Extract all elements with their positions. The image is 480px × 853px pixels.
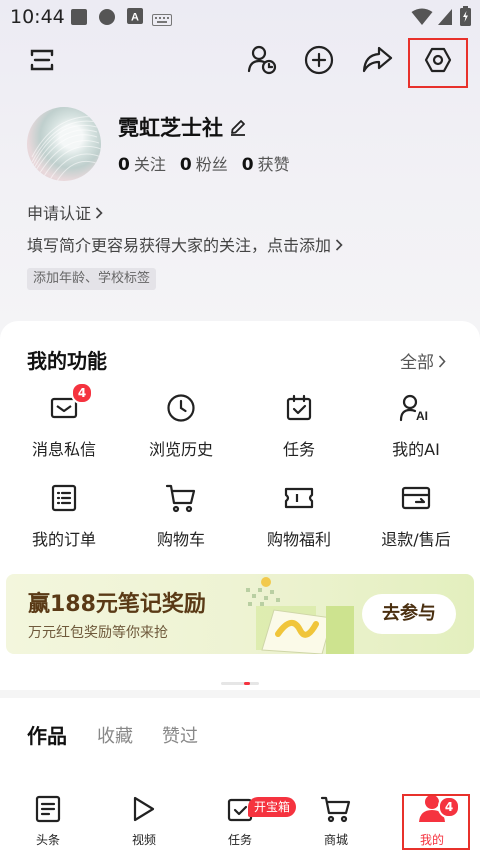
apply-verification-link[interactable]: 申请认证 — [27, 200, 103, 224]
settings-highlight-box — [408, 38, 468, 88]
cart-icon — [320, 795, 352, 827]
friends-icon — [246, 44, 278, 80]
a-box-icon: A — [127, 8, 143, 28]
tab-liked[interactable]: 赞过 — [162, 722, 198, 748]
share-icon — [361, 44, 393, 80]
stat-following[interactable]: 0 关注 — [118, 151, 166, 175]
nav-label: 商城 — [323, 833, 348, 847]
ticket-icon — [284, 486, 314, 514]
notebook-illustration-icon — [234, 576, 354, 654]
function-label: 任务 — [282, 440, 315, 459]
nickname-row[interactable]: 霓虹芝士社 — [118, 112, 247, 142]
function-label: 购物车 — [156, 530, 205, 549]
banner-join-button[interactable]: 去参与 — [362, 594, 456, 634]
function-history[interactable]: 浏览历史 — [121, 392, 241, 460]
nav-label: 头条 — [35, 833, 60, 847]
stat-followers-count: 0 — [179, 155, 192, 175]
circle-icon — [98, 8, 116, 30]
nav-label: 视频 — [131, 833, 156, 847]
stat-following-label: 关注 — [133, 155, 166, 174]
cart-icon — [165, 483, 197, 517]
share-button[interactable] — [355, 40, 399, 84]
nav-mall[interactable]: 商城 — [288, 789, 384, 853]
functions-more-label: 全部 — [400, 353, 434, 373]
edit-pencil-icon[interactable] — [229, 118, 247, 136]
nav-label: 任务 — [227, 833, 252, 847]
status-bar: 10:44 A — [0, 0, 480, 34]
function-label: 我的订单 — [31, 530, 96, 549]
keyboard-icon — [152, 11, 172, 30]
wifi-icon — [411, 8, 433, 30]
bio-prompt-text: 填写简介更容易获得大家的关注，点击添加 — [27, 236, 332, 255]
open-treasure-pill: 开宝箱 — [248, 797, 297, 817]
stat-following-count: 0 — [118, 155, 130, 175]
refund-card-icon — [401, 485, 431, 515]
banner-title: 赢188元笔记奖励 — [28, 592, 206, 617]
stat-followers[interactable]: 0 粉丝 — [180, 151, 228, 175]
nav-video[interactable]: 视频 — [96, 789, 192, 853]
tab-favorites[interactable]: 收藏 — [97, 722, 133, 748]
add-icon — [303, 44, 335, 80]
battery-charging-icon — [460, 6, 471, 30]
function-label: 我的AI — [392, 440, 440, 459]
banner-subtitle: 万元红包奖励等你来抢 — [28, 625, 168, 641]
function-refund[interactable]: 退款/售后 — [356, 482, 476, 550]
friends-button[interactable] — [240, 40, 284, 84]
apply-verification-label: 申请认证 — [27, 204, 92, 223]
messages-badge: 4 — [71, 382, 93, 404]
function-label: 购物福利 — [266, 530, 331, 549]
tab-works[interactable]: 作品 — [27, 720, 67, 749]
function-my-ai[interactable]: AI 我的AI — [356, 392, 476, 460]
headline-icon — [35, 795, 61, 827]
menu-icon — [28, 46, 56, 78]
function-cart[interactable]: 购物车 — [121, 482, 241, 550]
signal-icon — [437, 8, 453, 30]
chevron-right-icon — [335, 236, 343, 255]
stat-likes[interactable]: 0 获赞 — [242, 151, 290, 175]
add-button[interactable] — [297, 40, 341, 84]
add-age-school-tag[interactable]: 添加年龄、学校标签 — [27, 268, 157, 290]
play-icon — [132, 795, 156, 827]
function-tasks[interactable]: 任务 — [239, 392, 359, 460]
function-label: 消息私信 — [31, 440, 96, 459]
menu-button[interactable] — [20, 40, 64, 84]
status-time: 10:44 — [10, 6, 65, 28]
function-shopping-benefits[interactable]: 购物福利 — [239, 482, 359, 550]
promo-banner[interactable]: 赢188元笔记奖励 万元红包奖励等你来抢 去参与 — [6, 574, 474, 654]
nav-headlines[interactable]: 头条 — [0, 789, 96, 853]
calendar-check-icon — [285, 394, 313, 426]
svg-text:A: A — [131, 12, 139, 24]
order-list-icon — [51, 484, 77, 516]
stat-likes-count: 0 — [241, 155, 254, 175]
section-divider — [0, 690, 480, 698]
clock-icon — [166, 393, 196, 427]
nav-me-highlight-box — [402, 794, 470, 850]
nickname: 霓虹芝士社 — [118, 116, 223, 140]
function-orders[interactable]: 我的订单 — [4, 482, 124, 550]
functions-title: 我的功能 — [27, 349, 107, 373]
chevron-right-icon — [438, 353, 446, 373]
stat-followers-label: 粉丝 — [195, 155, 228, 174]
svg-text:AI: AI — [416, 409, 428, 422]
square-icon — [70, 8, 88, 30]
function-label: 退款/售后 — [381, 530, 451, 549]
ai-person-icon: AI — [399, 394, 433, 426]
stat-likes-label: 获赞 — [257, 155, 290, 174]
banner-page-indicator — [221, 670, 259, 685]
bio-prompt-link[interactable]: 填写简介更容易获得大家的关注，点击添加 — [27, 232, 343, 256]
profile-stats: 0 关注 0 粉丝 0 获赞 — [118, 151, 290, 175]
function-messages[interactable]: 4 消息私信 — [4, 382, 124, 460]
avatar[interactable] — [27, 107, 101, 181]
chevron-right-icon — [95, 204, 103, 223]
function-label: 浏览历史 — [148, 440, 213, 459]
functions-more-link[interactable]: 全部 — [400, 348, 446, 373]
